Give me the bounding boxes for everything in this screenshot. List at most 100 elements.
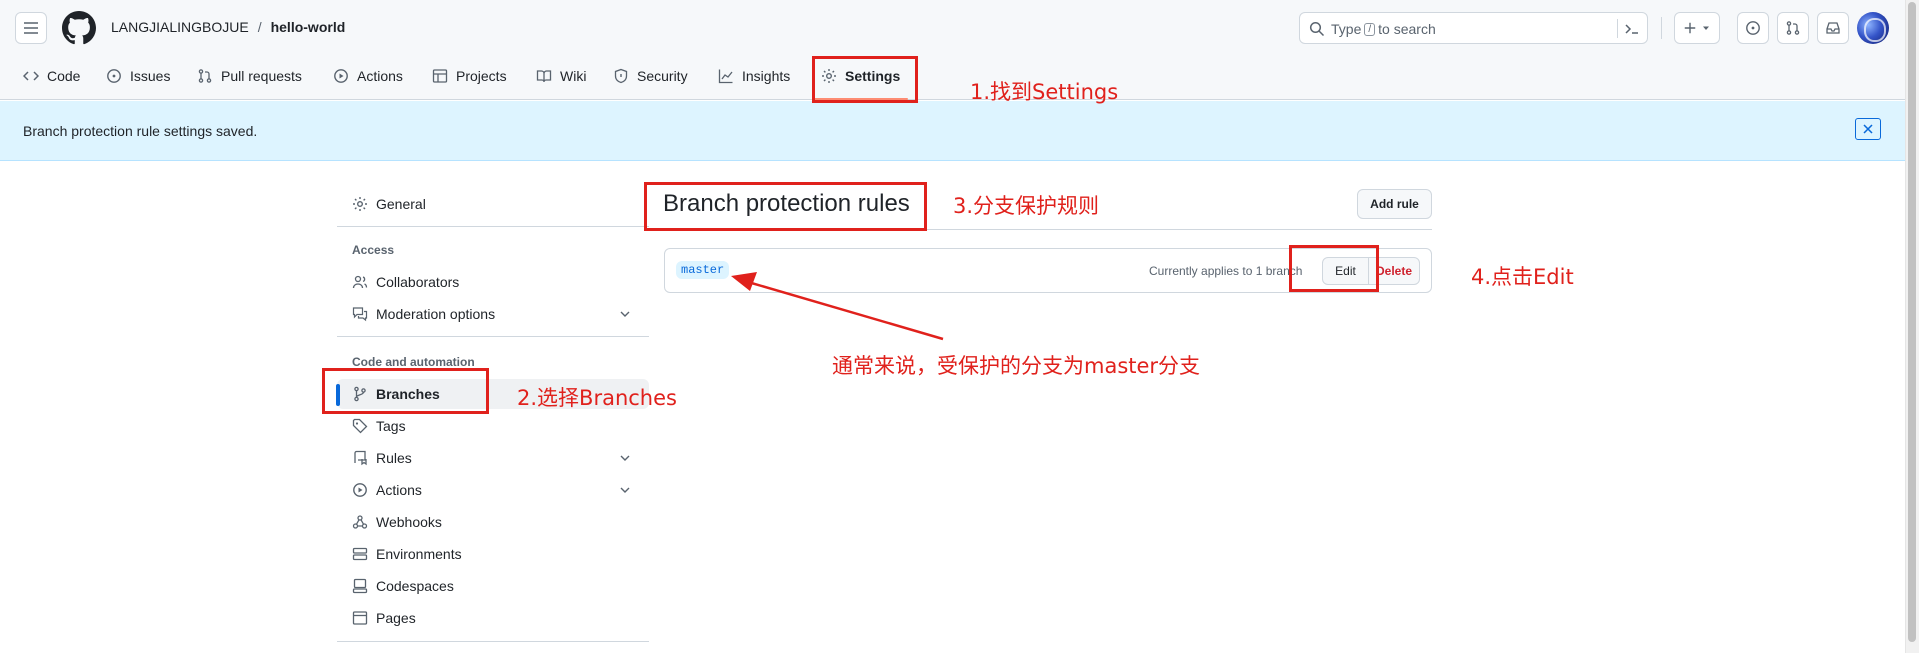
sidebar-divider (337, 226, 649, 227)
tab-code[interactable]: Code (23, 56, 80, 96)
search-prefix: Type (1331, 21, 1362, 37)
sidebar-heading-access: Access (352, 243, 395, 257)
menu-button[interactable] (15, 12, 47, 44)
annotation-step3: 3.分支保护规则 (953, 194, 1100, 218)
scrollbar-thumb[interactable] (1908, 2, 1916, 642)
sidebar-item-rules[interactable]: Rules (337, 443, 649, 473)
sidebar-item-actions[interactable]: Actions (337, 475, 649, 505)
sidebar-item-moderation-options[interactable]: Moderation options (337, 299, 649, 329)
chevron-down-icon (620, 487, 630, 493)
annotation-box-settings (812, 56, 918, 103)
play-icon (353, 483, 367, 497)
sidebar-item-label: Codespaces (376, 578, 454, 594)
search-shortcut-key: / (1364, 22, 1376, 36)
sidebar-divider (337, 641, 649, 642)
chevron-down-icon (620, 311, 630, 317)
repo-name-link[interactable]: hello-world (271, 19, 346, 35)
issue-opened-icon (1746, 21, 1760, 35)
sidebar-item-collaborators[interactable]: Collaborators (337, 267, 649, 297)
tab-code-label: Code (47, 68, 81, 84)
tab-wiki-label: Wiki (560, 68, 587, 84)
tab-security-label: Security (637, 68, 688, 84)
shield-icon (614, 68, 628, 84)
branch-name-badge[interactable]: master (676, 261, 730, 279)
table-icon (432, 69, 448, 83)
sidebar-item-environments[interactable]: Environments (337, 539, 649, 569)
webhook-icon (352, 515, 368, 529)
tab-actions[interactable]: Actions (333, 56, 403, 96)
people-icon (352, 275, 368, 289)
repo-owner-link[interactable]: LANGJIALINGBOJUE (111, 19, 249, 35)
flash-notice: Branch protection rule settings saved. (0, 101, 1905, 161)
git-pull-request-icon (1786, 21, 1800, 35)
search-suffix: to search (1378, 21, 1436, 37)
plus-icon (1684, 22, 1696, 34)
tab-wiki[interactable]: Wiki (536, 56, 586, 96)
tab-security[interactable]: Security (613, 56, 688, 96)
book-icon (536, 70, 552, 83)
search-input[interactable]: Type / to search (1299, 12, 1648, 44)
close-icon (1863, 124, 1873, 134)
hamburger-icon (24, 22, 38, 34)
sidebar-item-webhooks[interactable]: Webhooks (337, 507, 649, 537)
breadcrumb-separator: / (257, 19, 262, 35)
tab-issues-label: Issues (130, 68, 171, 84)
search-icon (1309, 21, 1325, 37)
github-logo-icon[interactable] (62, 11, 96, 45)
repo-push-icon (354, 450, 367, 466)
header-divider (1661, 17, 1662, 39)
sidebar-item-label: Webhooks (376, 514, 442, 530)
chevron-down-icon (620, 455, 630, 461)
sidebar-item-general[interactable]: General (337, 189, 649, 219)
search-placeholder: Type / to search (1331, 21, 1436, 37)
sidebar-item-label: Pages (376, 610, 416, 626)
pull-requests-button[interactable] (1777, 12, 1809, 44)
tab-insights-label: Insights (742, 68, 791, 84)
tab-actions-label: Actions (357, 68, 403, 84)
sidebar-item-label: Actions (376, 482, 422, 498)
issue-opened-icon (107, 69, 121, 83)
breadcrumb: LANGJIALINGBOJUE / hello-world (111, 19, 345, 35)
sidebar-item-label: Moderation options (376, 306, 496, 322)
annotation-step1: 1.找到Settings (970, 80, 1119, 104)
sidebar-item-label: Collaborators (376, 274, 460, 290)
create-new-button[interactable] (1674, 12, 1720, 44)
tab-projects[interactable]: Projects (432, 56, 507, 96)
tab-issues[interactable]: Issues (106, 56, 170, 96)
play-icon (334, 69, 348, 83)
gear-icon (353, 197, 367, 211)
repo-nav-tabs: Code Issues Pull requests Actions Projec… (0, 56, 1905, 100)
tab-pull-requests[interactable]: Pull requests (197, 56, 302, 96)
tab-projects-label: Projects (456, 68, 507, 84)
tab-pull-requests-label: Pull requests (221, 68, 302, 84)
triangle-down-icon (1703, 26, 1709, 30)
issues-button[interactable] (1737, 12, 1769, 44)
code-icon (23, 71, 39, 81)
annotation-step2: 2.选择Branches (517, 386, 677, 410)
tab-insights[interactable]: Insights (718, 56, 790, 96)
sidebar-item-codespaces[interactable]: Codespaces (337, 571, 649, 601)
graph-icon (718, 69, 733, 84)
user-avatar[interactable] (1857, 12, 1889, 44)
command-palette-icon[interactable] (1624, 21, 1640, 37)
repo-header: LANGJIALINGBOJUE / hello-world Type / to… (0, 0, 1905, 100)
sidebar-item-label: General (376, 196, 426, 212)
annotation-box-edit (1289, 245, 1379, 292)
sidebar-item-label: Tags (376, 418, 406, 434)
sidebar-item-tags[interactable]: Tags (337, 411, 649, 441)
add-rule-button[interactable]: Add rule (1357, 189, 1432, 219)
flash-close-button[interactable] (1855, 118, 1881, 140)
browser-icon (352, 611, 368, 625)
inbox-icon (1826, 22, 1840, 34)
annotation-box-title (644, 182, 927, 231)
sidebar-divider (337, 336, 649, 337)
comment-discussion-icon (352, 307, 368, 322)
flash-message: Branch protection rule settings saved. (23, 123, 258, 139)
sidebar-item-pages[interactable]: Pages (337, 603, 649, 633)
server-icon (352, 547, 368, 561)
annotation-box-branches (322, 368, 489, 414)
tag-icon (352, 418, 368, 434)
sidebar-heading-code-automation: Code and automation (352, 355, 475, 369)
search-divider (1617, 19, 1618, 38)
inbox-button[interactable] (1817, 12, 1849, 44)
